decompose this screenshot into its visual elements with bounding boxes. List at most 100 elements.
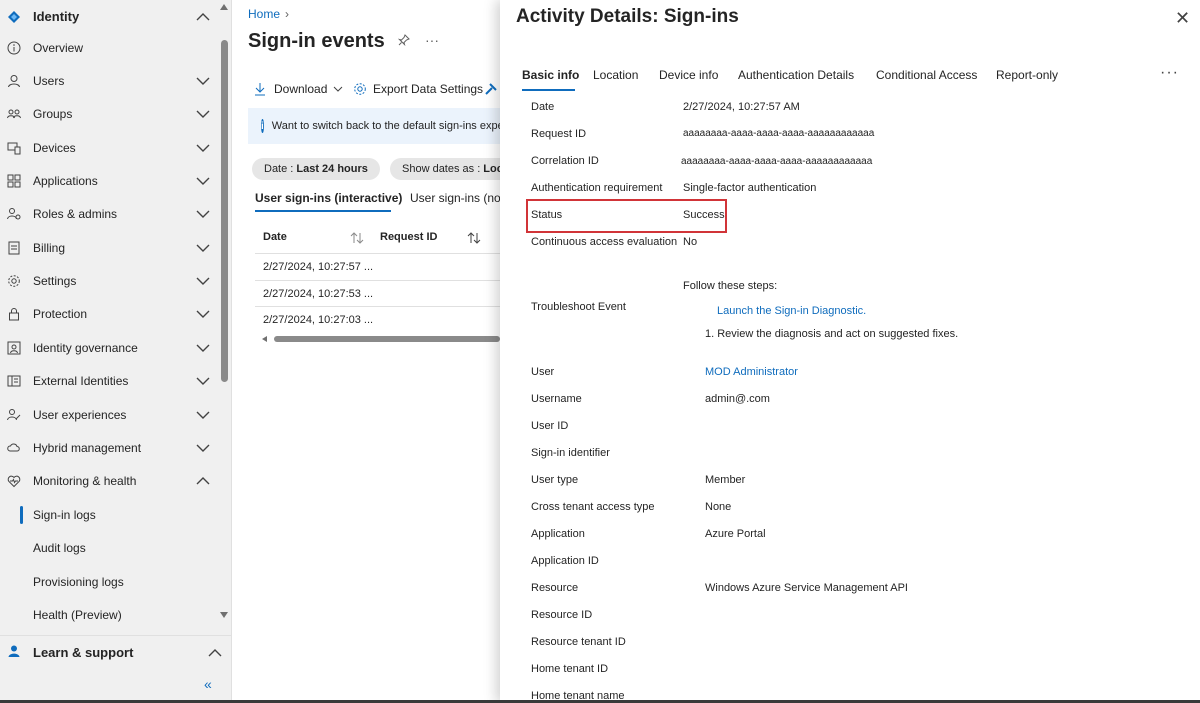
chevron-down-icon	[196, 110, 210, 118]
sidebar-item-label: Billing	[33, 240, 66, 255]
info-circle-icon	[7, 41, 21, 55]
tab-device-info[interactable]: Device info	[659, 68, 718, 82]
date-filter-value: Last 24 hours	[296, 163, 368, 175]
sidebar-subitem-provisioning-logs[interactable]: Provisioning logs	[0, 565, 218, 598]
tab-authentication-details[interactable]: Authentication Details	[738, 68, 854, 82]
sidebar-item-hybrid-management[interactable]: Hybrid management	[0, 431, 218, 464]
field-label-user-id: User ID	[531, 420, 569, 432]
field-value-status: Success	[683, 209, 725, 221]
chevron-down-icon	[196, 310, 210, 318]
sidebar-item-users[interactable]: Users	[0, 64, 218, 97]
chevron-down-icon	[196, 344, 210, 352]
scroll-left-arrow[interactable]	[262, 336, 267, 342]
scrollbar-thumb[interactable]	[274, 336, 500, 342]
table-row[interactable]: 2/27/2024, 10:27:57 ...	[255, 253, 500, 280]
sidebar-item-applications[interactable]: Applications	[0, 164, 218, 197]
sidebar-item-billing[interactable]: Billing	[0, 231, 218, 264]
sidebar-subitem-audit-logs[interactable]: Audit logs	[0, 531, 218, 564]
gear-icon	[354, 83, 366, 95]
sidebar-item-identity-governance[interactable]: Identity governance	[0, 331, 218, 364]
sort-icon[interactable]	[467, 232, 481, 244]
user-icon	[7, 74, 21, 88]
field-value-application: Azure Portal	[705, 528, 766, 540]
show-dates-pill[interactable]: Show dates as : Loca	[390, 158, 500, 180]
field-label-resource-id: Resource ID	[531, 609, 593, 621]
learn-support-label: Learn & support	[33, 645, 134, 660]
pin-icon[interactable]	[397, 34, 410, 49]
table-row[interactable]: 2/27/2024, 10:27:53 ...	[255, 280, 500, 307]
tab-conditional-access[interactable]: Conditional Access	[876, 68, 977, 82]
scroll-down-arrow[interactable]	[220, 612, 228, 618]
collapse-sidebar-icon[interactable]: «	[204, 676, 212, 692]
show-dates-label: Show dates as :	[402, 163, 481, 175]
info-icon: i	[261, 119, 264, 133]
sidebar-item-roles-admins[interactable]: Roles & admins	[0, 197, 218, 230]
chevron-down-icon	[196, 177, 210, 185]
breadcrumb-home[interactable]: Home	[248, 7, 280, 21]
more-tabs-icon[interactable]: ···	[1160, 64, 1179, 82]
column-header-date[interactable]: Date	[263, 231, 287, 243]
sidebar-item-protection[interactable]: Protection	[0, 297, 218, 330]
chevron-down-icon	[196, 77, 210, 85]
sidebar-item-monitoring-health[interactable]: Monitoring & health	[0, 464, 218, 497]
active-indicator	[20, 505, 23, 524]
field-label-authentication-requirement: Authentication requirement	[531, 182, 663, 194]
breadcrumb-separator-icon: ›	[285, 7, 289, 21]
sidebar-subitem-label: Sign-in logs	[33, 507, 96, 522]
tab-location[interactable]: Location	[593, 68, 638, 82]
chevron-down-icon	[196, 144, 210, 152]
table-cell-date: 2/27/2024, 10:27:03 ...	[263, 314, 374, 326]
sidebar-item-label: External Identities	[33, 373, 129, 388]
tab-basic-info[interactable]: Basic info	[522, 68, 579, 82]
groups-icon	[7, 107, 21, 121]
field-label-user: User	[531, 366, 555, 378]
governance-icon	[7, 341, 21, 355]
date-filter-label: Date :	[264, 163, 294, 175]
user-experience-icon	[7, 408, 21, 422]
sidebar-scrollbar-thumb[interactable]	[221, 40, 228, 382]
tab-user-sign-ins-non-interactive[interactable]: User sign-ins (non	[410, 191, 500, 205]
table-row[interactable]: 2/27/2024, 10:27:03 ...	[255, 306, 500, 333]
sidebar-subitem-sign-in-logs[interactable]: Sign-in logs	[0, 498, 218, 531]
sidebar-item-label: User experiences	[33, 407, 127, 422]
sidebar-item-user-experiences[interactable]: User experiences	[0, 398, 218, 431]
table-cell-date: 2/27/2024, 10:27:53 ...	[263, 288, 374, 300]
wrench-icon	[485, 83, 497, 95]
chevron-down-icon	[196, 444, 210, 452]
tab-user-sign-ins-interactive[interactable]: User sign-ins (interactive)	[255, 191, 402, 205]
tools-button[interactable]	[484, 82, 498, 96]
sidebar-header-identity[interactable]: Identity	[0, 0, 218, 33]
date-filter-pill[interactable]: Date : Last 24 hours	[252, 158, 380, 180]
download-button[interactable]: Download	[254, 82, 343, 96]
field-value-user-type: Member	[705, 474, 746, 486]
heart-pulse-icon	[7, 474, 21, 488]
gear-icon	[7, 274, 21, 288]
tab-report-only[interactable]: Report-only	[996, 68, 1058, 82]
sidebar-item-groups[interactable]: Groups	[0, 97, 218, 130]
sidebar-item-external-identities[interactable]: External Identities	[0, 364, 218, 397]
column-header-request-id[interactable]: Request ID	[380, 231, 437, 243]
sidebar-learn-support[interactable]: Learn & support	[0, 635, 232, 669]
sidebar-item-overview[interactable]: Overview	[0, 31, 218, 64]
sort-icon[interactable]	[350, 232, 364, 244]
chevron-down-icon	[196, 411, 210, 419]
sidebar-subitem-health-preview[interactable]: Health (Preview)	[0, 598, 218, 631]
more-options-icon[interactable]: ···	[425, 32, 439, 48]
chevron-up-icon	[196, 476, 210, 484]
table-horizontal-scrollbar[interactable]	[262, 336, 500, 342]
sidebar-item-devices[interactable]: Devices	[0, 131, 218, 164]
sidebar-header-label: Identity	[33, 9, 80, 24]
sidebar-subitem-label: Provisioning logs	[33, 574, 124, 589]
chevron-down-icon	[334, 86, 343, 92]
scroll-up-arrow[interactable]	[220, 4, 228, 10]
field-value-user-link[interactable]: MOD Administrator	[705, 366, 798, 378]
sidebar-item-settings[interactable]: Settings	[0, 264, 218, 297]
close-icon[interactable]: ✕	[1175, 8, 1190, 29]
sidebar-item-label: Hybrid management	[33, 440, 142, 455]
export-data-settings-button[interactable]: Export Data Settings	[353, 82, 483, 96]
launch-sign-in-diagnostic-link[interactable]: Launch the Sign-in Diagnostic.	[717, 305, 866, 317]
field-label-troubleshoot-event: Troubleshoot Event	[531, 301, 626, 313]
identity-diamond-icon	[7, 10, 21, 24]
field-value-continuous-access-evaluation: No	[683, 236, 698, 248]
table-cell-date: 2/27/2024, 10:27:57 ...	[263, 261, 374, 273]
